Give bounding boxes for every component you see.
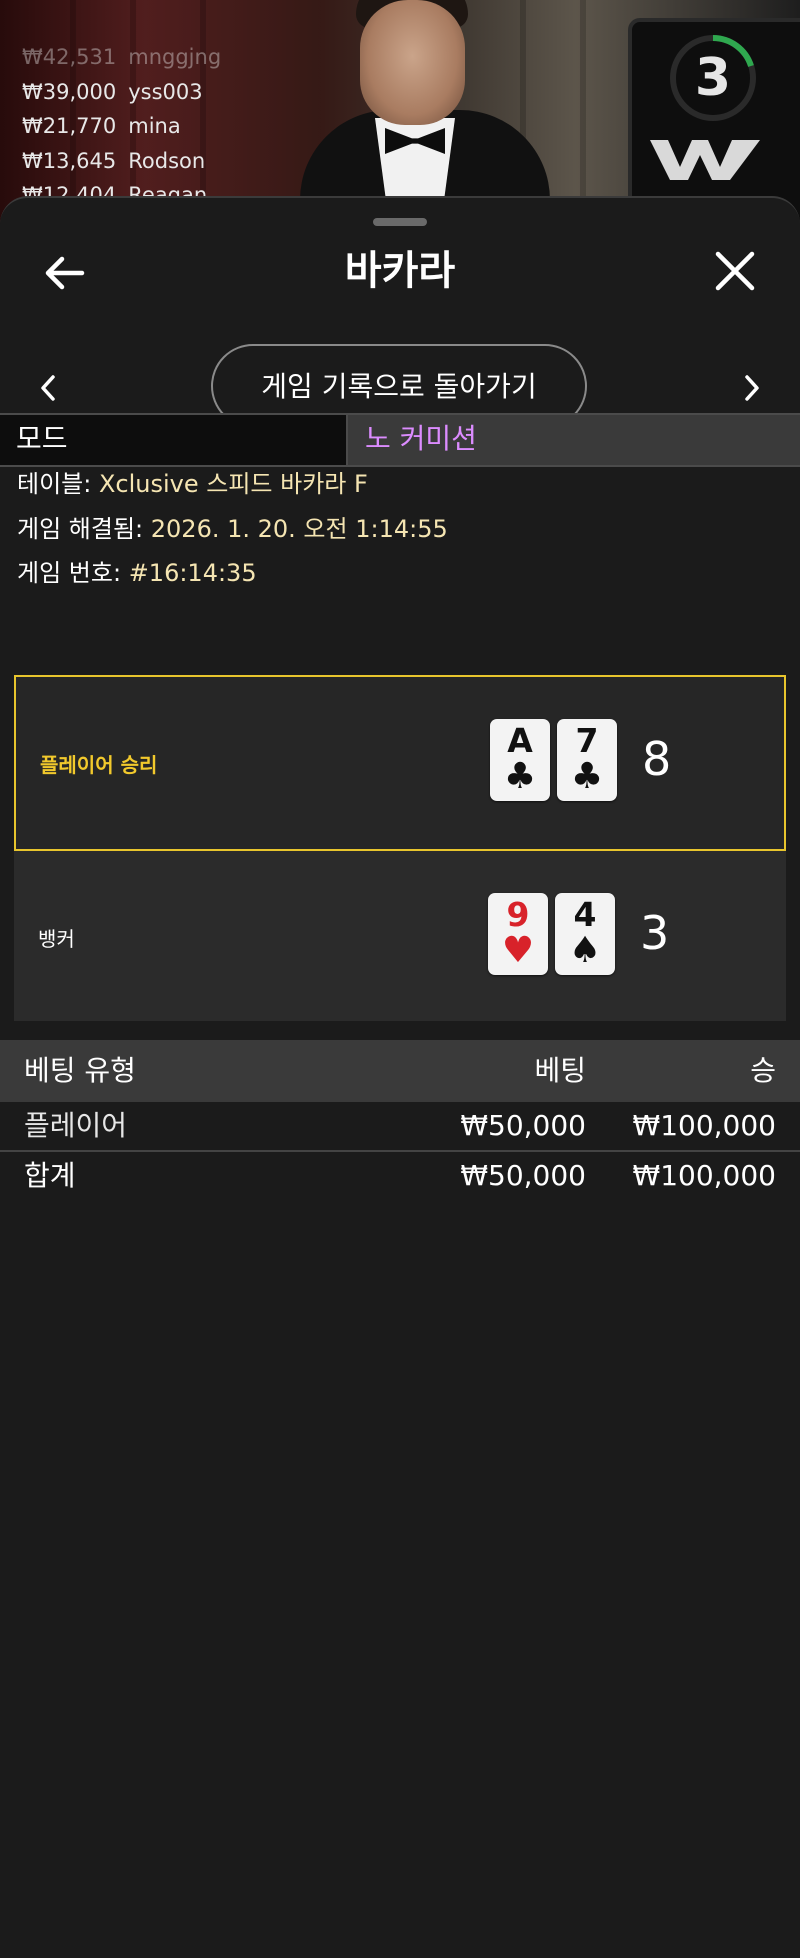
drag-handle[interactable] [373, 218, 427, 226]
resolved-info: 게임 해결됨: 2026. 1. 20. 오전 1:14:55 [17, 507, 448, 552]
winner-amount: ₩13,645 [22, 148, 117, 173]
page-title: 바카라 [344, 248, 456, 294]
player-hand: 플레이어 승리 A ♣ 7 ♣ 8 [14, 675, 786, 851]
game-number-info: 게임 번호: #16:14:35 [17, 551, 448, 596]
banker-hand: 뱅커 9 ♥ 4 ♠ 3 [14, 851, 786, 1027]
brand-logo-icon [650, 140, 760, 180]
bet-type-cell: 플레이어 [24, 1109, 128, 1142]
winner-row: ₩39,000 yss003 [22, 75, 302, 110]
win-header: 승 [750, 1054, 776, 1087]
winner-amount: ₩42,531 [22, 45, 117, 69]
winner-row: ₩13,645 Rodson [22, 144, 302, 179]
mode-label: 모드 [0, 415, 348, 465]
winner-name: mina [128, 114, 181, 138]
card-rank: 7 [575, 721, 599, 760]
card-rank: 9 [506, 895, 530, 934]
card-rank: A [507, 721, 533, 760]
bets-table: 베팅 유형 베팅 승 플레이어 ₩50,000 ₩100,000 합계 ₩50,… [0, 1040, 800, 1200]
total-label: 합계 [24, 1159, 76, 1192]
countdown-timer: 3 [694, 48, 732, 108]
playing-card: 9 ♥ [488, 893, 548, 975]
game-info: 테이블: Xclusive 스피드 바카라 F 게임 해결됨: 2026. 1.… [17, 462, 448, 596]
total-row: 합계 ₩50,000 ₩100,000 [0, 1152, 800, 1200]
total-bet-amount: ₩50,000 [460, 1159, 586, 1192]
table-label: 테이블: [17, 470, 92, 498]
table-row: 플레이어 ₩50,000 ₩100,000 [0, 1102, 800, 1152]
banker-label: 뱅커 [38, 927, 75, 951]
banker-score: 3 [640, 906, 670, 960]
heart-suit-icon: ♥ [501, 930, 535, 971]
bets-table-header: 베팅 유형 베팅 승 [0, 1040, 800, 1102]
game-number-value: #16:14:35 [128, 559, 257, 587]
player-score: 8 [642, 732, 672, 786]
mode-row: 모드 노 커미션 [0, 413, 800, 467]
club-suit-icon: ♣ [503, 756, 537, 797]
bet-type-header: 베팅 유형 [24, 1054, 136, 1087]
chevron-left-icon[interactable] [34, 371, 62, 405]
resolved-value: 2026. 1. 20. 오전 1:14:55 [150, 514, 448, 543]
player-result-label: 플레이어 승리 [40, 753, 158, 777]
winner-name: yss003 [128, 79, 203, 104]
winner-name: mnggjng [128, 45, 222, 69]
club-suit-icon: ♣ [570, 756, 604, 797]
table-value: Xclusive 스피드 바카라 F [98, 470, 368, 498]
winner-name: Rodson [128, 148, 206, 173]
recent-winners-list: ₩42,531 mnggjng ₩39,000 yss003 ₩21,770 mina… [22, 40, 302, 213]
game-number-label: 게임 번호: [17, 559, 122, 587]
winner-amount: ₩21,770 [22, 114, 117, 138]
bet-header: 베팅 [534, 1054, 586, 1087]
dealer-head [360, 0, 465, 125]
winner-row: ₩21,770 mina [22, 109, 302, 144]
playing-card: 4 ♠ [555, 893, 615, 975]
chevron-right-icon[interactable] [738, 371, 766, 405]
total-win-amount: ₩100,000 [632, 1159, 776, 1192]
hand-results: 플레이어 승리 A ♣ 7 ♣ 8 뱅커 9 ♥ 4 ♠ 3 [14, 675, 786, 1021]
spade-suit-icon: ♠ [568, 930, 602, 971]
close-icon[interactable] [712, 248, 758, 294]
bet-amount-cell: ₩50,000 [460, 1109, 586, 1142]
winner-amount: ₩39,000 [22, 79, 117, 104]
mode-value: 노 커미션 [365, 422, 477, 455]
win-amount-cell: ₩100,000 [632, 1109, 776, 1142]
table-info: 테이블: Xclusive 스피드 바카라 F [17, 462, 448, 507]
resolved-label: 게임 해결됨: [17, 514, 144, 543]
card-rank: 4 [573, 895, 597, 934]
playing-card: 7 ♣ [557, 719, 617, 801]
winner-row: ₩42,531 mnggjng [22, 40, 302, 75]
playing-card: A ♣ [490, 719, 550, 801]
